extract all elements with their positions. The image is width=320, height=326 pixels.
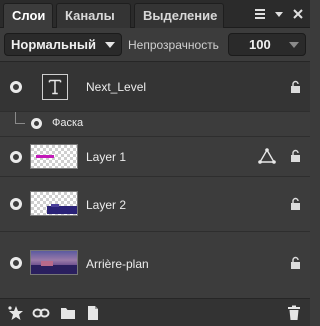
blend-mode-select[interactable]: Нормальный [4, 33, 122, 56]
thumbnail-content [51, 204, 59, 207]
lock-icon[interactable] [290, 80, 301, 94]
layer-row-layer-1[interactable]: Layer 1 [0, 137, 310, 177]
lock-icon[interactable] [290, 149, 301, 163]
opacity-select[interactable]: 100 [228, 33, 306, 56]
menu-icon[interactable] [254, 7, 266, 21]
chevron-down-icon [105, 42, 115, 48]
effect-row-bevel[interactable]: Фаска [0, 112, 310, 137]
tab-layers[interactable]: Слои [3, 3, 53, 29]
opacity-value: 100 [249, 37, 271, 52]
layer-name: Layer 2 [86, 198, 127, 212]
thumbnail-content [41, 261, 53, 266]
visibility-icon[interactable] [31, 118, 42, 129]
visibility-icon[interactable] [10, 151, 22, 163]
tab-channels[interactable]: Каналы [56, 3, 131, 28]
visibility-icon[interactable] [10, 198, 22, 210]
blend-mode-value: Нормальный [11, 37, 96, 52]
layer-thumbnail [30, 250, 78, 275]
layer-name: Arrière-plan [86, 257, 149, 271]
chevron-down-icon [289, 42, 299, 48]
visibility-icon[interactable] [10, 257, 22, 269]
blend-options: Нормальный Непрозрачность 100 [0, 28, 310, 62]
layer-name: Layer 1 [86, 150, 127, 164]
layer-row-next-level[interactable]: Next_Level [0, 62, 310, 112]
new-page-icon[interactable] [86, 305, 100, 321]
layer-thumbnail [30, 191, 78, 216]
layers-list: Next_Level Фаска Layer 1 Layer 2 Arrière… [0, 62, 310, 298]
panel-controls [254, 6, 304, 22]
layer-name: Next_Level [86, 80, 147, 94]
new-layer-star-icon[interactable] [7, 305, 25, 321]
opacity-label: Непрозрачность [128, 38, 219, 52]
tab-bar: Слои Каналы Выделение [0, 0, 310, 29]
layers-toolbar [0, 298, 310, 326]
link-icon[interactable] [32, 305, 50, 321]
thumbnail-content [31, 265, 77, 274]
text-layer-icon [42, 74, 68, 100]
tab-selection[interactable]: Выделение [134, 3, 224, 28]
dropdown-arrow-icon[interactable] [273, 7, 285, 21]
layer-row-background[interactable]: Arrière-plan [0, 232, 310, 298]
close-icon[interactable] [292, 7, 304, 21]
layer-row-layer-2[interactable]: Layer 2 [0, 177, 310, 232]
vector-mask-icon[interactable] [258, 148, 276, 164]
effect-name: Фаска [52, 117, 84, 129]
trash-icon[interactable] [287, 305, 301, 321]
layer-thumbnail [30, 144, 78, 169]
tree-connector [15, 112, 25, 124]
thumbnail-content [47, 206, 77, 214]
layers-panel: Слои Каналы Выделение Нормальный Непрозр… [0, 0, 310, 326]
folder-icon[interactable] [60, 305, 76, 321]
thumbnail-content [36, 155, 54, 158]
visibility-icon[interactable] [10, 81, 22, 93]
lock-icon[interactable] [290, 197, 301, 211]
lock-icon[interactable] [290, 256, 301, 270]
